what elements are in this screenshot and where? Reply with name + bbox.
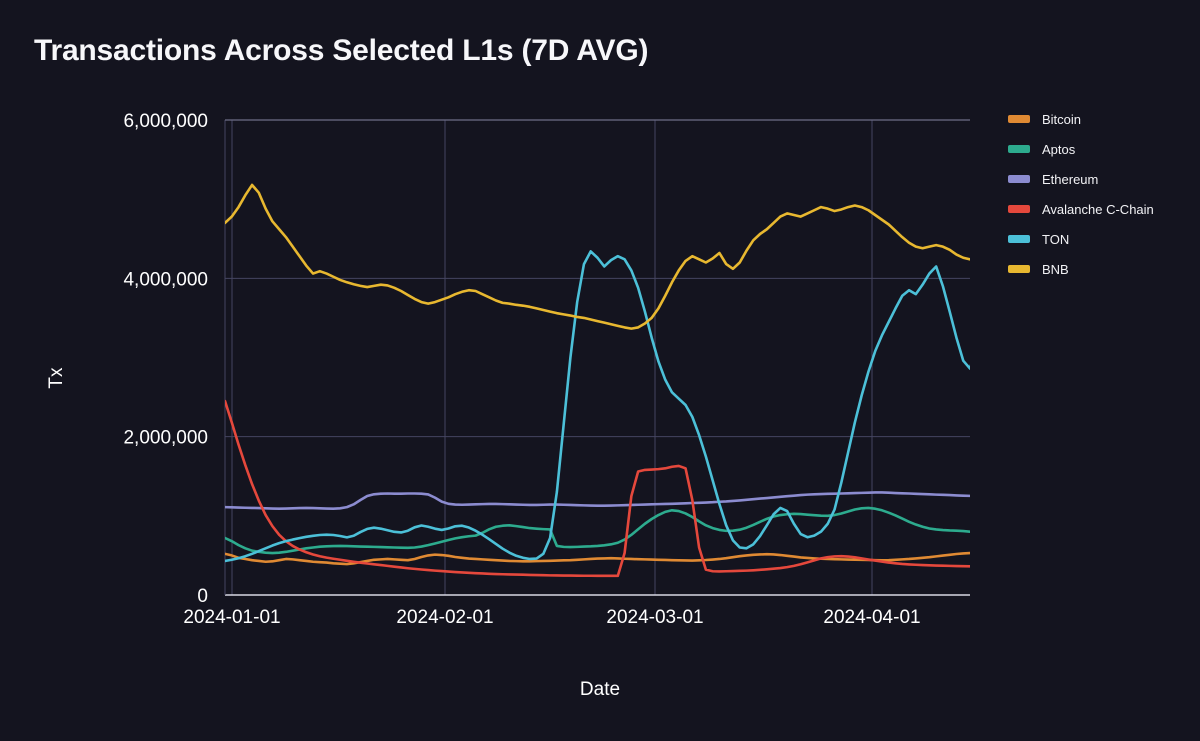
legend-swatch-icon: [1008, 205, 1030, 213]
legend-item-avalanche-c-chain[interactable]: Avalanche C-Chain: [1008, 194, 1198, 224]
series-line-avalanche-c-chain: [225, 399, 970, 578]
legend-item-label: Bitcoin: [1042, 111, 1082, 127]
legend-swatch-icon: [1008, 145, 1030, 153]
legend-item-label: TON: [1042, 231, 1070, 247]
legend-item-label: Ethereum: [1042, 171, 1099, 187]
x-tick-label: 2024-03-01: [606, 607, 703, 628]
y-tick-label: 4,000,000: [123, 269, 208, 290]
chart-legend: Bitcoin Aptos Ethereum Avalanche C-Chain TON…: [1008, 104, 1198, 284]
y-axis-tick-labels: 0 2,000,000 4,000,000 6,000,000: [123, 111, 208, 607]
legend-item-bitcoin[interactable]: Bitcoin: [1008, 104, 1198, 134]
y-axis-title: Tx: [46, 367, 67, 389]
y-tick-label: 2,000,000: [123, 428, 208, 449]
y-tick-label: 6,000,000: [123, 111, 208, 132]
legend-item-ethereum[interactable]: Ethereum: [1008, 164, 1198, 194]
gridlines: [225, 119, 970, 595]
data-series-group: [225, 183, 970, 578]
x-axis-tick-labels: 2024-01-01 2024-02-01 2024-03-01 2024-04-01: [183, 607, 920, 628]
x-tick-label: 2024-02-01: [396, 607, 493, 628]
x-tick-label: 2024-04-01: [823, 607, 920, 628]
legend-item-label: BNB: [1042, 261, 1069, 277]
legend-swatch-icon: [1008, 265, 1030, 273]
axis-lines: [224, 119, 970, 596]
chart-root: Transactions Across Selected L1s (7D AVG…: [0, 0, 1200, 741]
legend-item-bnb[interactable]: BNB: [1008, 254, 1198, 284]
legend-item-ton[interactable]: TON: [1008, 224, 1198, 254]
series-line-ton: [225, 250, 970, 563]
legend-swatch-icon: [1008, 175, 1030, 183]
series-line-ethereum: [225, 491, 970, 511]
series-line-bnb: [225, 183, 970, 330]
legend-item-label: Aptos: [1042, 141, 1076, 157]
y-tick-label: 0: [197, 586, 208, 607]
series-line-aptos: [225, 506, 970, 555]
legend-swatch-icon: [1008, 115, 1030, 123]
x-tick-label: 2024-01-01: [183, 607, 280, 628]
legend-item-label: Avalanche C-Chain: [1042, 201, 1154, 217]
legend-item-aptos[interactable]: Aptos: [1008, 134, 1198, 164]
legend-swatch-icon: [1008, 235, 1030, 243]
x-axis-title: Date: [580, 679, 620, 700]
